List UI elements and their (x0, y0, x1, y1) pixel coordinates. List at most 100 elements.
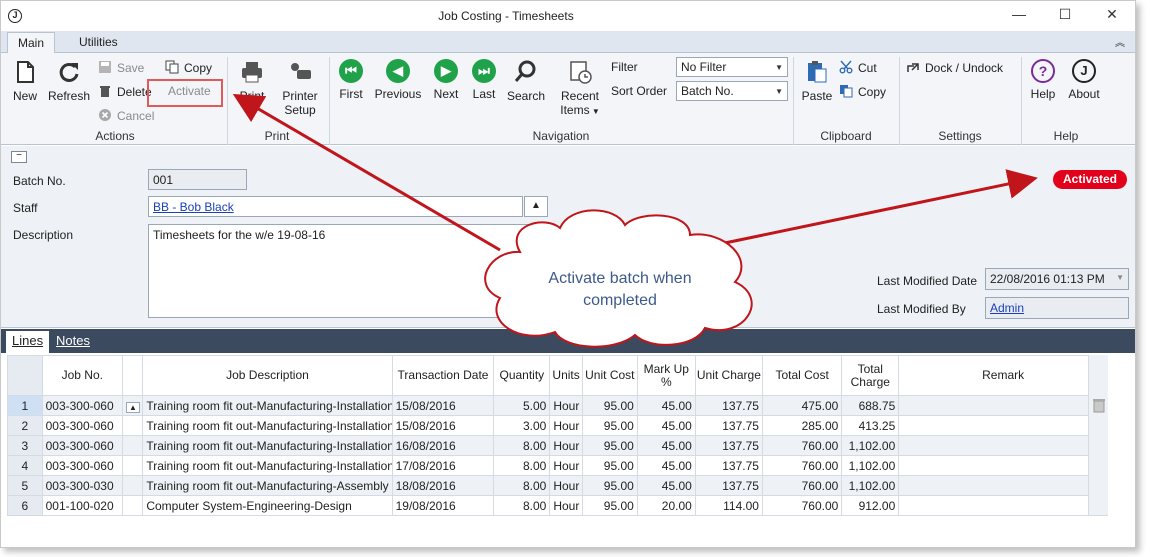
row-number[interactable]: 3 (7, 435, 43, 456)
collapse-ribbon-icon[interactable]: ︽ (1115, 34, 1125, 49)
cell-remark[interactable] (898, 415, 1108, 436)
cell-quantity[interactable]: 3.00 (493, 415, 551, 436)
cell-job-no[interactable]: 001-100-020 (41, 495, 123, 516)
cell-transaction-date[interactable]: 15/08/2016 (391, 395, 495, 416)
cell-job-description[interactable]: Training room fit out-Manufacturing-Inst… (142, 395, 393, 416)
cell-job-description[interactable]: Computer System-Engineering-Design (142, 495, 393, 516)
cell-unit-cost[interactable]: 95.00 (581, 475, 638, 496)
tab-notes[interactable]: Notes (50, 331, 96, 353)
cell-remark[interactable] (898, 455, 1108, 476)
column-header-mark-up[interactable]: Mark Up % (636, 355, 696, 396)
first-button[interactable]: ⏮ First (335, 59, 367, 101)
cell-lookup[interactable] (121, 415, 144, 436)
cell-units[interactable]: Hour (549, 435, 583, 456)
print-button[interactable]: Print (234, 59, 270, 103)
staff-field[interactable]: BB - Bob Black (148, 196, 523, 217)
cell-lookup[interactable] (121, 455, 144, 476)
lookup-chevron-icon[interactable]: ▲ (125, 401, 140, 413)
cell-transaction-date[interactable]: 19/08/2016 (391, 495, 495, 516)
cell-job-no[interactable]: 003-300-060 (41, 455, 123, 476)
cell-total-charge[interactable]: 688.75 (841, 395, 900, 416)
cell-transaction-date[interactable]: 18/08/2016 (391, 475, 495, 496)
printer-setup-button[interactable]: Printer Setup (279, 59, 321, 117)
cell-mark-up[interactable]: 20.00 (636, 495, 696, 516)
cell-job-no[interactable]: 003-300-060 (41, 415, 123, 436)
cell-lookup[interactable] (121, 495, 144, 516)
recent-items-button[interactable]: Recent Items ▼ (557, 59, 603, 117)
cell-unit-charge[interactable]: 114.00 (694, 495, 763, 516)
cell-remark[interactable] (898, 495, 1108, 516)
row-number[interactable]: 2 (7, 415, 43, 436)
cell-unit-charge[interactable]: 137.75 (694, 475, 763, 496)
row-number[interactable]: 6 (7, 495, 43, 516)
cell-quantity[interactable]: 8.00 (493, 455, 551, 476)
cell-total-charge[interactable]: 912.00 (841, 495, 900, 516)
cell-job-description[interactable]: Training room fit out-Manufacturing-Inst… (142, 415, 393, 436)
sort-order-dropdown[interactable]: Batch No. ▼ (676, 81, 788, 101)
cell-total-cost[interactable]: 760.00 (761, 495, 843, 516)
cell-lookup[interactable] (121, 435, 144, 456)
cell-unit-cost[interactable]: 95.00 (581, 435, 638, 456)
cell-transaction-date[interactable]: 17/08/2016 (391, 455, 495, 476)
cell-job-description[interactable]: Training room fit out-Manufacturing-Inst… (142, 435, 393, 456)
cell-remark[interactable] (898, 395, 1108, 416)
copy-button[interactable]: Copy (839, 84, 886, 99)
close-button[interactable]: ✕ (1089, 3, 1135, 27)
column-header-unit-cost[interactable]: Unit Cost (581, 355, 638, 396)
cell-unit-charge[interactable]: 137.75 (694, 395, 763, 416)
cell-job-no[interactable]: 003-300-060 (41, 435, 123, 456)
search-button[interactable]: Search (506, 59, 546, 103)
cell-units[interactable]: Hour (549, 475, 583, 496)
cell-total-charge[interactable]: 1,102.00 (841, 435, 900, 456)
column-header-remark[interactable]: Remark (898, 355, 1108, 396)
cell-total-cost[interactable]: 760.00 (761, 435, 843, 456)
previous-button[interactable]: ◀ Previous (373, 59, 423, 101)
cell-unit-cost[interactable]: 95.00 (581, 395, 638, 416)
cell-total-cost[interactable]: 285.00 (761, 415, 843, 436)
new-button[interactable]: New (9, 59, 41, 103)
staff-link[interactable]: BB - Bob Black (153, 200, 234, 214)
column-header-quantity[interactable]: Quantity (493, 355, 551, 396)
table-row[interactable]: 6 001-100-020 Computer System-Engineering-… (7, 495, 1108, 516)
save-button[interactable]: Save (98, 60, 144, 75)
cell-quantity[interactable]: 5.00 (493, 395, 551, 416)
cancel-button[interactable]: Cancel (98, 108, 154, 123)
cell-total-charge[interactable]: 1,102.00 (841, 455, 900, 476)
cell-total-cost[interactable]: 760.00 (761, 475, 843, 496)
table-row[interactable]: 5 003-300-030 Training room fit out-Manufa… (7, 475, 1108, 496)
cell-mark-up[interactable]: 45.00 (636, 415, 696, 436)
cell-total-cost[interactable]: 760.00 (761, 455, 843, 476)
cell-transaction-date[interactable]: 16/08/2016 (391, 435, 495, 456)
cell-job-description[interactable]: Training room fit out-Manufacturing-Asse… (142, 475, 393, 496)
cell-transaction-date[interactable]: 15/08/2016 (391, 415, 495, 436)
column-header-transaction-date[interactable]: Transaction Date (391, 355, 495, 396)
cell-unit-charge[interactable]: 137.75 (694, 455, 763, 476)
batch-no-field[interactable]: 001 (148, 169, 247, 190)
last-button[interactable]: ⏭ Last (469, 59, 499, 101)
row-number[interactable]: 1 (7, 395, 43, 416)
minimize-button[interactable]: — (996, 3, 1042, 27)
cut-button[interactable]: Cut (839, 60, 877, 75)
help-button[interactable]: ? Help (1027, 59, 1059, 101)
column-header-job-no[interactable]: Job No. (41, 355, 123, 396)
last-modified-by-link[interactable]: Admin (990, 301, 1024, 315)
column-header-job-description[interactable]: Job Description (142, 355, 393, 396)
table-row[interactable]: 2 003-300-060 Training room fit out-Manufa… (7, 415, 1108, 436)
cell-unit-charge[interactable]: 137.75 (694, 415, 763, 436)
column-header-total-charge[interactable]: Total Charge (841, 355, 900, 396)
description-textarea[interactable]: Timesheets for the w/e 19-08-16 (148, 224, 548, 318)
cell-mark-up[interactable]: 45.00 (636, 435, 696, 456)
filter-dropdown[interactable]: No Filter ▼ (676, 57, 788, 77)
cell-unit-cost[interactable]: 95.00 (581, 455, 638, 476)
paste-button[interactable]: Paste (800, 59, 834, 103)
cell-unit-cost[interactable]: 95.00 (581, 495, 638, 516)
table-row[interactable]: 1 003-300-060 ▲ Training room fit out-Manuf… (7, 395, 1108, 416)
table-row[interactable]: 4 003-300-060 Training room fit out-Manufa… (7, 455, 1108, 476)
tab-utilities[interactable]: Utilities (69, 32, 128, 53)
cell-unit-cost[interactable]: 95.00 (581, 415, 638, 436)
cell-remark[interactable] (898, 435, 1108, 456)
tab-lines[interactable]: Lines (6, 331, 50, 353)
cell-job-no[interactable]: 003-300-030 (41, 475, 123, 496)
cell-lookup[interactable] (121, 475, 144, 496)
refresh-button[interactable]: Refresh (47, 59, 91, 103)
